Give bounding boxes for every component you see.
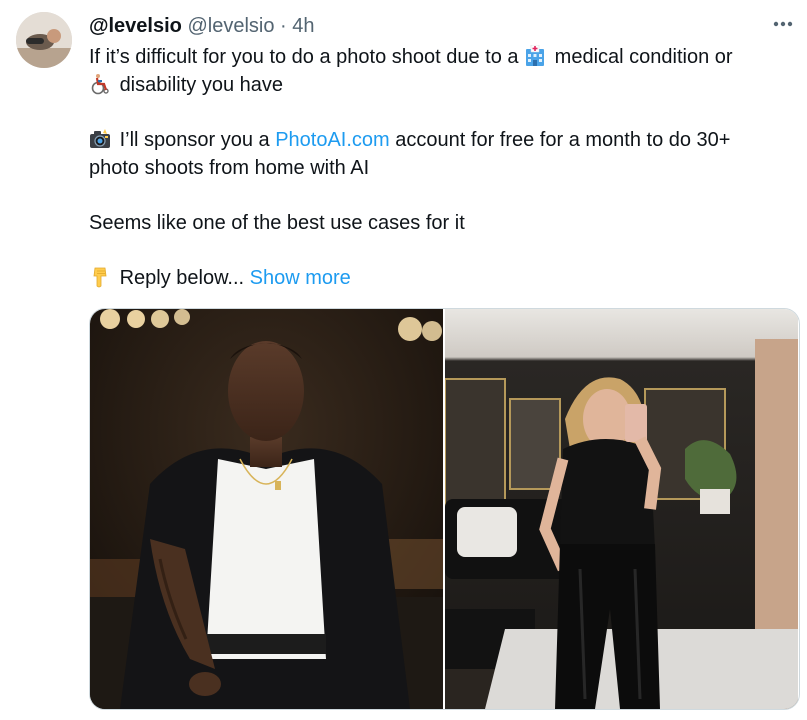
wheelchair-emoji-icon	[91, 74, 109, 95]
tweet-text: If it’s difficult for you to do a photo …	[89, 43, 794, 292]
tweet-line-3: I’ll sponsor you a PhotoAI.com account f…	[89, 126, 794, 154]
tweet-header: @levelsio @levelsio · 4h	[89, 13, 315, 39]
separator-dot: ·	[280, 15, 287, 37]
tweet-line-1: If it’s difficult for you to do a photo …	[89, 45, 733, 68]
user-handle[interactable]: @levelsio	[187, 15, 274, 37]
tweet-line-6: Reply below... Show more	[89, 264, 794, 292]
display-name[interactable]: @levelsio	[89, 15, 182, 37]
ellipsis-icon	[773, 21, 793, 27]
show-more-link[interactable]: Show more	[250, 267, 351, 289]
photo-man-black-blazer[interactable]	[90, 309, 443, 709]
pointing-down-emoji-icon	[93, 267, 107, 288]
tweet-line-4: photo shoots from home with AI	[89, 157, 370, 179]
photoai-link[interactable]: PhotoAI.com	[275, 129, 390, 151]
tweet-line-5: Seems like one of the best use cases for…	[89, 212, 465, 234]
tweet-line-2: disability you have	[89, 71, 794, 99]
more-options-button[interactable]	[769, 12, 797, 36]
hospital-emoji-icon	[526, 45, 545, 66]
timestamp[interactable]: 4h	[292, 15, 314, 37]
media-grid	[89, 308, 800, 710]
camera-flash-emoji-icon	[90, 129, 110, 148]
avatar[interactable]	[16, 12, 72, 68]
photo-woman-leather-pants-selfie[interactable]	[445, 309, 798, 709]
